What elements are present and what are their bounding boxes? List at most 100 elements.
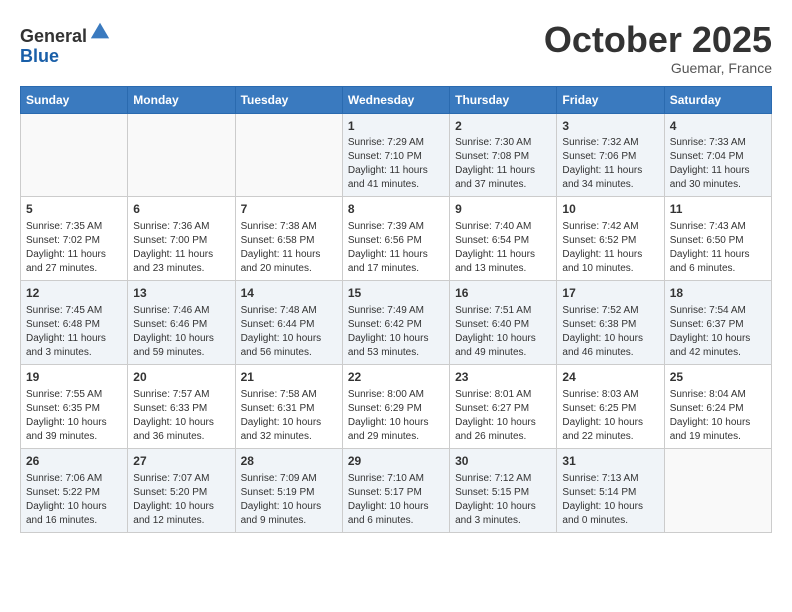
day-info-line: and 20 minutes. <box>241 263 312 274</box>
location-label: Guemar, France <box>544 60 772 76</box>
day-info: Sunrise: 7:06 AMSunset: 5:22 PMDaylight:… <box>26 472 122 528</box>
day-info-line: Sunrise: 7:49 AM <box>348 305 424 316</box>
day-number: 14 <box>241 285 337 302</box>
day-info-line: and 6 minutes. <box>670 263 736 274</box>
day-number: 2 <box>455 118 551 135</box>
col-wednesday: Wednesday <box>342 86 449 113</box>
day-number: 15 <box>348 285 444 302</box>
day-info-line: and 10 minutes. <box>562 263 633 274</box>
col-monday: Monday <box>128 86 235 113</box>
day-info-line: Sunset: 6:31 PM <box>241 403 315 414</box>
day-number: 18 <box>670 285 766 302</box>
col-thursday: Thursday <box>450 86 557 113</box>
day-number: 19 <box>26 369 122 386</box>
day-info-line: and 0 minutes. <box>562 515 628 526</box>
day-info: Sunrise: 7:09 AMSunset: 5:19 PMDaylight:… <box>241 472 337 528</box>
day-info-line: Sunrise: 7:51 AM <box>455 305 531 316</box>
calendar-cell: 27Sunrise: 7:07 AMSunset: 5:20 PMDayligh… <box>128 448 235 532</box>
day-info: Sunrise: 7:49 AMSunset: 6:42 PMDaylight:… <box>348 304 444 360</box>
day-info-line: Sunset: 7:04 PM <box>670 151 744 162</box>
calendar-week-row: 19 Sunrise: 7:55 AM Sunset: 6:35 PM Dayligh… <box>21 364 772 448</box>
day-info-line: Daylight: 10 hours <box>455 333 536 344</box>
day-info-line: Daylight: 11 hours <box>348 165 428 176</box>
day-info: Sunrise: 7:58 AMSunset: 6:31 PMDaylight:… <box>241 388 337 444</box>
day-info-line: Sunset: 7:06 PM <box>562 151 636 162</box>
day-info-line: Daylight: 10 hours <box>348 501 429 512</box>
day-info-line: Sunrise: 7:10 AM <box>348 473 424 484</box>
day-info-line: Sunrise: 7:43 AM <box>670 221 746 232</box>
day-info-line: and 19 minutes. <box>670 431 741 442</box>
day-number: 7 <box>241 201 337 218</box>
day-info-line: Daylight: 10 hours <box>26 417 107 428</box>
day-info: Sunrise: 8:00 AMSunset: 6:29 PMDaylight:… <box>348 388 444 444</box>
calendar-cell: 30Sunrise: 7:12 AMSunset: 5:15 PMDayligh… <box>450 448 557 532</box>
calendar-cell: 20Sunrise: 7:57 AMSunset: 6:33 PMDayligh… <box>128 364 235 448</box>
day-info: Sunrise: 7:33 AMSunset: 7:04 PMDaylight:… <box>670 136 766 192</box>
day-info-line: Sunset: 6:40 PM <box>455 319 529 330</box>
calendar-cell: 28Sunrise: 7:09 AMSunset: 5:19 PMDayligh… <box>235 448 342 532</box>
calendar-cell <box>664 448 771 532</box>
day-info-line: Daylight: 11 hours <box>562 249 642 260</box>
calendar-cell: 8Sunrise: 7:39 AMSunset: 6:56 PMDaylight… <box>342 197 449 281</box>
day-info: Sunrise: 7:55 AM Sunset: 6:35 PM Daylight:… <box>26 388 122 444</box>
day-info-line: Daylight: 11 hours <box>26 249 106 260</box>
day-number: 24 <box>562 369 658 386</box>
calendar-cell <box>128 113 235 197</box>
calendar-cell: 6Sunrise: 7:36 AMSunset: 7:00 PMDaylight… <box>128 197 235 281</box>
day-info-line: Daylight: 10 hours <box>562 417 643 428</box>
calendar-table: Sunday Monday Tuesday Wednesday Thursday… <box>20 86 772 533</box>
day-number: 31 <box>562 453 658 470</box>
day-number: 23 <box>455 369 551 386</box>
day-number: 11 <box>670 201 766 218</box>
day-info: Sunrise: 7:32 AMSunset: 7:06 PMDaylight:… <box>562 136 658 192</box>
day-info: Sunrise: 7:48 AMSunset: 6:44 PMDaylight:… <box>241 304 337 360</box>
day-info-line: Sunset: 6:54 PM <box>455 235 529 246</box>
day-info-line: Sunset: 6:35 PM <box>26 403 100 414</box>
day-info-line: Sunrise: 7:55 AM <box>26 389 102 400</box>
day-info: Sunrise: 7:52 AMSunset: 6:38 PMDaylight:… <box>562 304 658 360</box>
day-number: 5 <box>26 201 122 218</box>
calendar-cell: 5Sunrise: 7:35 AMSunset: 7:02 PMDaylight… <box>21 197 128 281</box>
day-info-line: Sunrise: 7:46 AM <box>133 305 209 316</box>
day-info: Sunrise: 7:42 AMSunset: 6:52 PMDaylight:… <box>562 220 658 276</box>
calendar-cell: 17Sunrise: 7:52 AMSunset: 6:38 PMDayligh… <box>557 281 664 365</box>
day-info-line: Sunrise: 7:58 AM <box>241 389 317 400</box>
day-info-line: and 22 minutes. <box>562 431 633 442</box>
col-sunday: Sunday <box>21 86 128 113</box>
day-number: 10 <box>562 201 658 218</box>
day-info-line: Daylight: 10 hours <box>241 501 322 512</box>
day-info-line: Sunset: 6:37 PM <box>670 319 744 330</box>
day-info-line: Daylight: 11 hours <box>348 249 428 260</box>
day-number: 6 <box>133 201 229 218</box>
day-info-line: Sunset: 6:38 PM <box>562 319 636 330</box>
day-info-line: Sunrise: 7:06 AM <box>26 473 102 484</box>
month-title: October 2025 <box>544 20 772 60</box>
day-number: 22 <box>348 369 444 386</box>
day-info: Sunrise: 8:01 AMSunset: 6:27 PMDaylight:… <box>455 388 551 444</box>
day-info-line: and 3 minutes. <box>455 515 521 526</box>
calendar-cell: 22 Sunrise: 8:00 AMSunset: 6:29 PMDayligh… <box>342 364 449 448</box>
day-info-line: and 34 minutes. <box>562 179 633 190</box>
calendar-cell: 3Sunrise: 7:32 AMSunset: 7:06 PMDaylight… <box>557 113 664 197</box>
day-number: 25 <box>670 369 766 386</box>
calendar-cell: 10 Sunrise: 7:42 AMSunset: 6:52 PMDayligh… <box>557 197 664 281</box>
day-info-line: Sunrise: 7:35 AM <box>26 221 102 232</box>
day-info-line: and 59 minutes. <box>133 347 204 358</box>
day-info-line: Sunrise: 7:36 AM <box>133 221 209 232</box>
logo-icon <box>89 20 111 42</box>
day-info-line: Daylight: 11 hours <box>670 165 750 176</box>
day-info: Sunrise: 8:04 AMSunset: 6:24 PMDaylight:… <box>670 388 766 444</box>
col-saturday: Saturday <box>664 86 771 113</box>
day-info-line: Sunrise: 8:04 AM <box>670 389 746 400</box>
day-info: Sunrise: 7:38 AMSunset: 6:58 PMDaylight:… <box>241 220 337 276</box>
calendar-week-row: 26Sunrise: 7:06 AMSunset: 5:22 PMDayligh… <box>21 448 772 532</box>
calendar-week-row: 5Sunrise: 7:35 AMSunset: 7:02 PMDaylight… <box>21 197 772 281</box>
day-info-line: Sunrise: 7:13 AM <box>562 473 638 484</box>
day-info-line: Sunrise: 7:30 AM <box>455 137 531 148</box>
day-info-line: Daylight: 11 hours <box>455 165 535 176</box>
day-info-line: and 56 minutes. <box>241 347 312 358</box>
day-info-line: Sunset: 6:50 PM <box>670 235 744 246</box>
day-info-line: Sunset: 7:00 PM <box>133 235 207 246</box>
day-info-line: and 17 minutes. <box>348 263 419 274</box>
col-tuesday: Tuesday <box>235 86 342 113</box>
